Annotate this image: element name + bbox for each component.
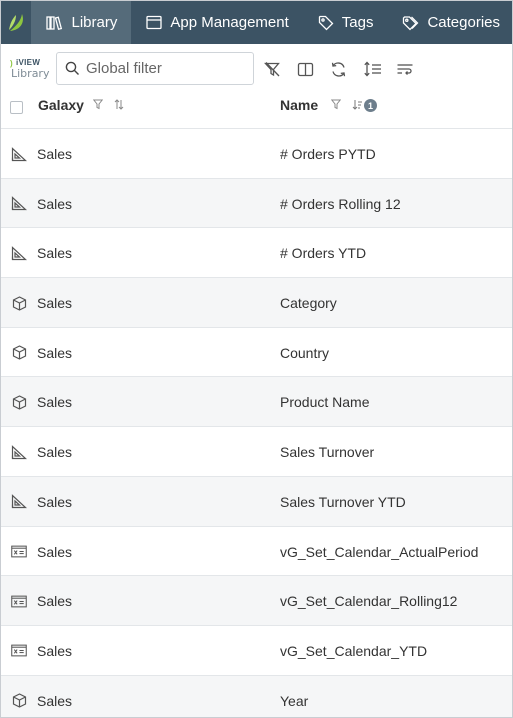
cell-name: Year xyxy=(280,692,309,709)
app-frame: Library App Management Tags Categories)… xyxy=(0,0,513,718)
cell-name: vG_Set_Calendar_ActualPeriod xyxy=(280,543,479,560)
table-row[interactable]: Sales vG_Set_Calendar_ActualPeriod xyxy=(1,526,512,577)
measure-icon xyxy=(11,444,27,460)
cell-name: Country xyxy=(280,344,330,361)
table-body: Sales # Orders PYTD Sales # Orders Rolling … xyxy=(1,129,512,717)
library-icon xyxy=(46,15,63,31)
tag-icon xyxy=(318,15,334,31)
table-row[interactable]: Sales Sales Turnover YTD xyxy=(1,476,512,527)
cell-galaxy: Sales xyxy=(37,295,73,312)
cell-galaxy: Sales xyxy=(37,642,73,659)
sort-icon[interactable] xyxy=(114,99,124,110)
variable-icon xyxy=(11,544,27,560)
app-logo[interactable] xyxy=(1,1,31,44)
measure-icon xyxy=(11,196,27,212)
brand-line2: Library xyxy=(11,67,50,80)
tab-categories-label: Categories xyxy=(427,14,500,31)
cell-galaxy: Sales xyxy=(37,195,73,212)
window-icon xyxy=(146,15,162,30)
sort-order-badge: 1 xyxy=(364,99,377,112)
table-row[interactable]: Sales vG_Set_Calendar_Rolling12 xyxy=(1,576,512,626)
cell-name: Product Name xyxy=(280,394,370,411)
filter-icon[interactable] xyxy=(93,99,103,110)
search-icon xyxy=(65,61,79,75)
column-header-name[interactable]: Name xyxy=(280,97,318,113)
row-height-icon xyxy=(363,61,381,77)
cell-name: Category xyxy=(280,295,337,312)
cell-name: # Orders PYTD xyxy=(280,146,376,162)
columns-button[interactable] xyxy=(295,59,315,79)
cell-galaxy: Sales xyxy=(37,444,73,461)
table-row[interactable]: Sales Country xyxy=(1,327,512,378)
refresh-button[interactable] xyxy=(328,59,348,79)
table-row[interactable]: Sales Sales Turnover xyxy=(1,427,512,477)
cell-galaxy: Sales xyxy=(37,245,73,262)
cell-galaxy: Sales xyxy=(37,692,73,709)
dimension-icon xyxy=(11,345,27,361)
toolbar: ) iVIEW Library xyxy=(1,44,512,90)
cell-galaxy: Sales xyxy=(37,394,73,411)
table-row[interactable]: Sales vG_Set_Calendar_YTD xyxy=(1,625,512,676)
cell-name: # Orders YTD xyxy=(280,245,367,262)
sort-asc-icon[interactable] xyxy=(352,99,363,110)
cell-galaxy: Sales xyxy=(37,493,73,510)
measure-icon xyxy=(11,146,27,162)
dimension-icon xyxy=(11,394,27,410)
table-row[interactable]: Sales Category xyxy=(1,278,512,328)
row-height-button[interactable] xyxy=(362,59,382,79)
filter-icon[interactable] xyxy=(331,99,341,110)
global-filter[interactable] xyxy=(56,52,254,85)
global-filter-input[interactable] xyxy=(86,60,246,77)
table-row[interactable]: Sales # Orders YTD xyxy=(1,228,512,279)
clear-filter-icon xyxy=(263,61,280,76)
table-row[interactable]: Sales # Orders PYTD xyxy=(1,129,512,179)
cell-galaxy: Sales xyxy=(37,344,73,361)
cell-galaxy: Sales xyxy=(37,146,73,162)
cell-name: Sales Turnover YTD xyxy=(280,493,406,510)
categories-icon xyxy=(402,15,419,31)
table-row[interactable]: Sales Year xyxy=(1,675,512,717)
cell-galaxy: Sales xyxy=(37,543,73,560)
cell-galaxy: Sales xyxy=(37,593,73,610)
variable-icon xyxy=(11,643,27,659)
clear-filter-button[interactable] xyxy=(262,59,282,79)
table-row[interactable]: Sales # Orders Rolling 12 xyxy=(1,178,512,229)
cell-name: vG_Set_Calendar_YTD xyxy=(280,642,428,659)
refresh-icon xyxy=(331,61,345,77)
tab-tags-label: Tags xyxy=(341,14,374,31)
tab-library-label: Library xyxy=(71,14,118,31)
measure-icon xyxy=(11,494,27,510)
wrap-text-icon xyxy=(397,64,413,75)
tab-categories[interactable]: Categories xyxy=(387,1,512,44)
columns-icon xyxy=(297,62,313,76)
cell-name: vG_Set_Calendar_Rolling12 xyxy=(280,593,458,610)
cell-name: Sales Turnover xyxy=(280,444,375,461)
variable-icon xyxy=(11,593,27,609)
tab-library[interactable]: Library xyxy=(31,1,132,44)
measure-icon xyxy=(11,245,27,261)
dimension-icon xyxy=(11,295,27,311)
top-navigation: Library App Management Tags Categories xyxy=(1,1,512,44)
dimension-icon xyxy=(11,693,27,709)
cell-name: # Orders Rolling 12 xyxy=(280,195,401,212)
table-row[interactable]: Sales Product Name xyxy=(1,377,512,428)
tab-app-management-label: App Management xyxy=(170,14,289,31)
table-header: Galaxy Name xyxy=(1,90,512,129)
tab-tags[interactable]: Tags xyxy=(303,1,388,44)
leaf-logo-icon xyxy=(9,13,24,31)
column-header-galaxy[interactable]: Galaxy xyxy=(38,97,84,113)
tab-app-management[interactable]: App Management xyxy=(131,1,302,44)
wrap-text-button[interactable] xyxy=(395,59,415,79)
brand-line1: iVIEW xyxy=(16,58,41,67)
iview-library-logo: ) iVIEW Library xyxy=(10,58,50,80)
select-all-checkbox[interactable] xyxy=(10,101,23,114)
